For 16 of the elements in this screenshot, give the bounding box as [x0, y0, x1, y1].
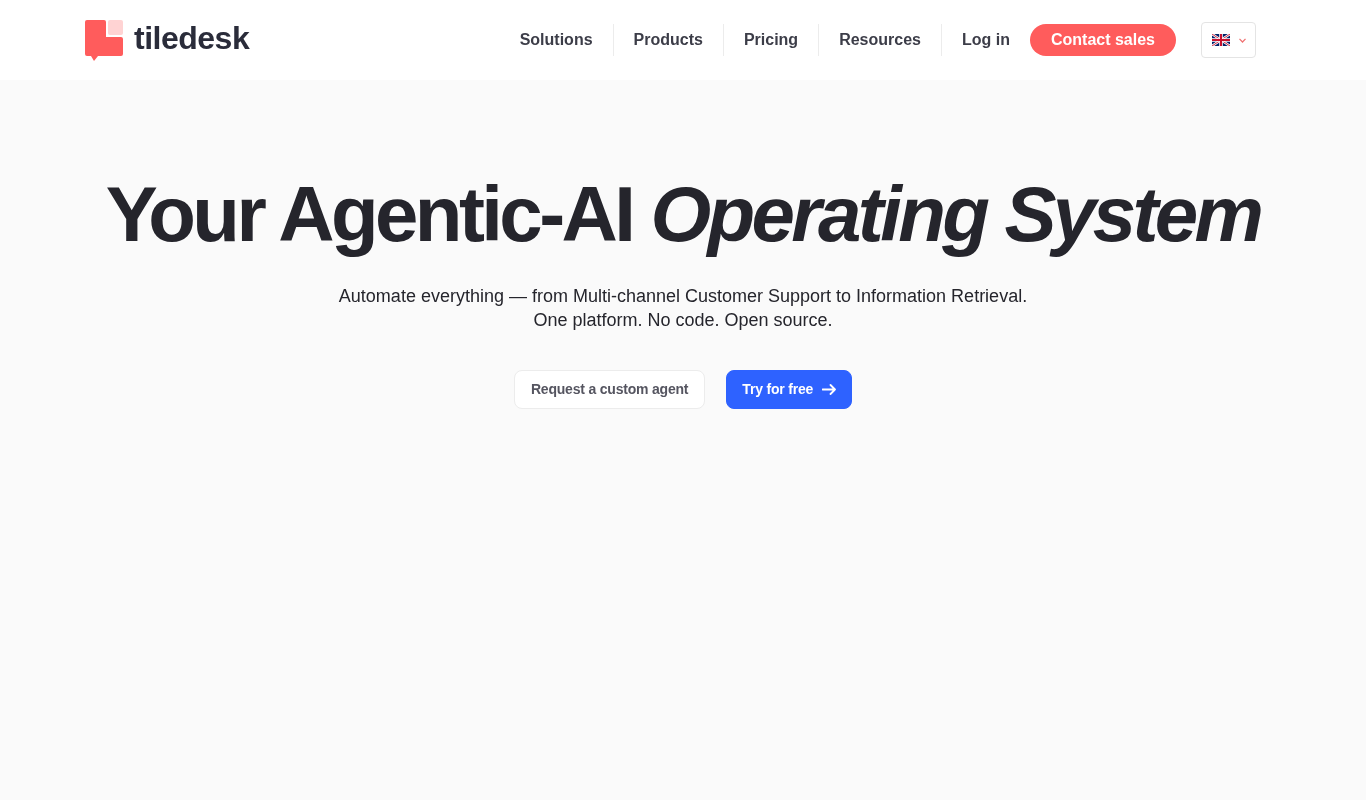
request-agent-button[interactable]: Request a custom agent: [513, 369, 706, 409]
nav-link[interactable]: Solutions: [499, 25, 613, 55]
hero-subtitle: One platform. No code. Open source.: [533, 308, 833, 332]
try-for-free-button[interactable]: Try for free: [726, 369, 853, 409]
hero-title: Your Agentic-AI Operating System: [105, 172, 1261, 258]
logo-link[interactable]: tiledesk: [85, 19, 250, 61]
nav-link[interactable]: Log in: [941, 25, 1030, 55]
caret-down-icon: [1238, 37, 1246, 43]
flag-icon: [1211, 34, 1230, 46]
language-selector[interactable]: [1201, 22, 1256, 58]
nav-link[interactable]: Pricing: [723, 25, 819, 55]
nav-link[interactable]: Products: [613, 25, 723, 55]
hero-subtitle: Automate everything — from Multi-channel Customer Support to Information Retrieval.: [338, 284, 1028, 308]
arrow-right-icon: [822, 383, 837, 395]
logo-icon: [85, 19, 123, 61]
nav-link[interactable]: Resources: [819, 25, 941, 55]
